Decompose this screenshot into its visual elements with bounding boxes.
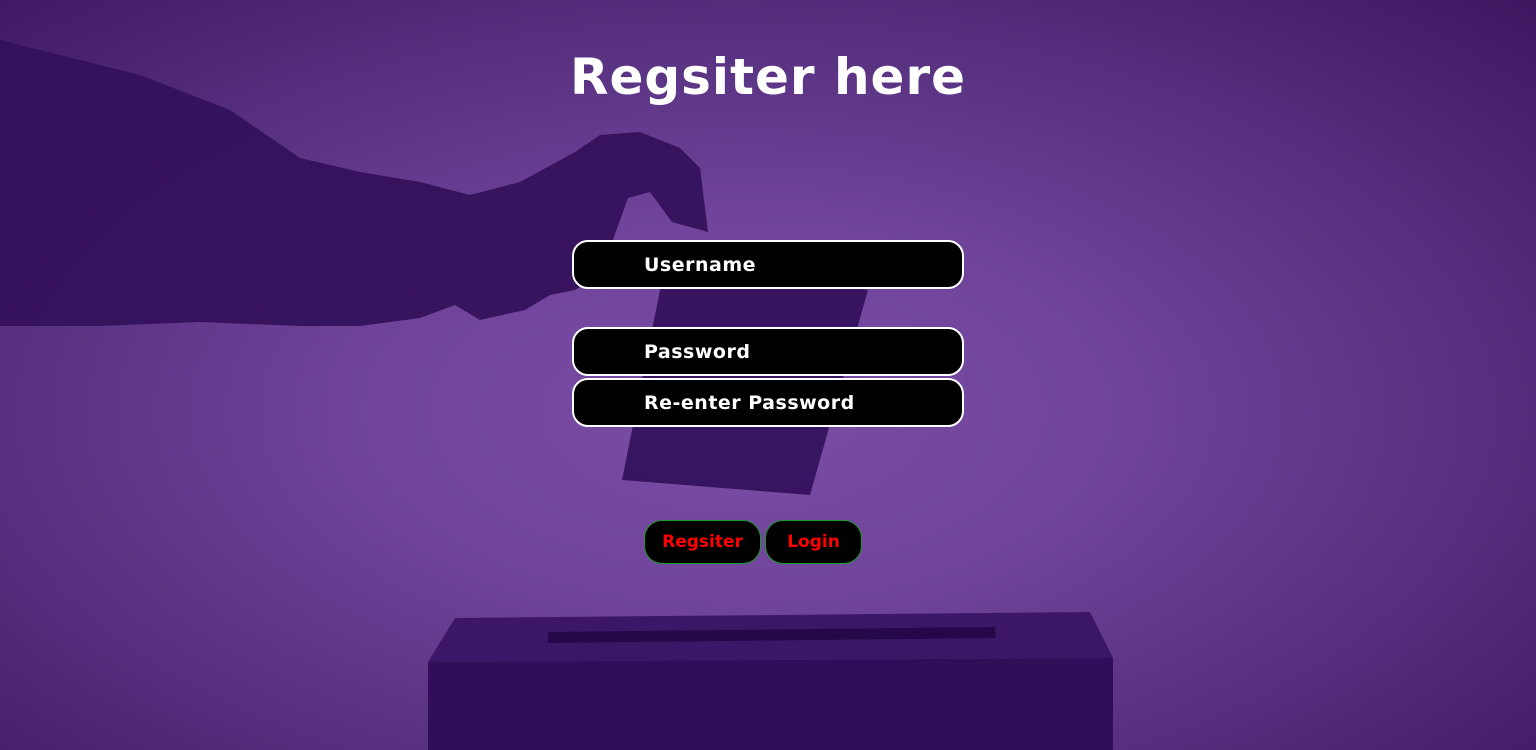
register-button[interactable]: Regsiter <box>644 520 761 564</box>
reenter-password-field[interactable] <box>572 378 964 427</box>
login-button[interactable]: Login <box>765 520 862 564</box>
password-field[interactable] <box>572 327 964 376</box>
ballot-box-body <box>428 658 1113 750</box>
username-field[interactable] <box>572 240 964 289</box>
password-input[interactable] <box>574 329 962 374</box>
page-title: Regsiter here <box>569 48 967 106</box>
reenter-password-input[interactable] <box>574 380 962 425</box>
username-input[interactable] <box>574 242 962 287</box>
